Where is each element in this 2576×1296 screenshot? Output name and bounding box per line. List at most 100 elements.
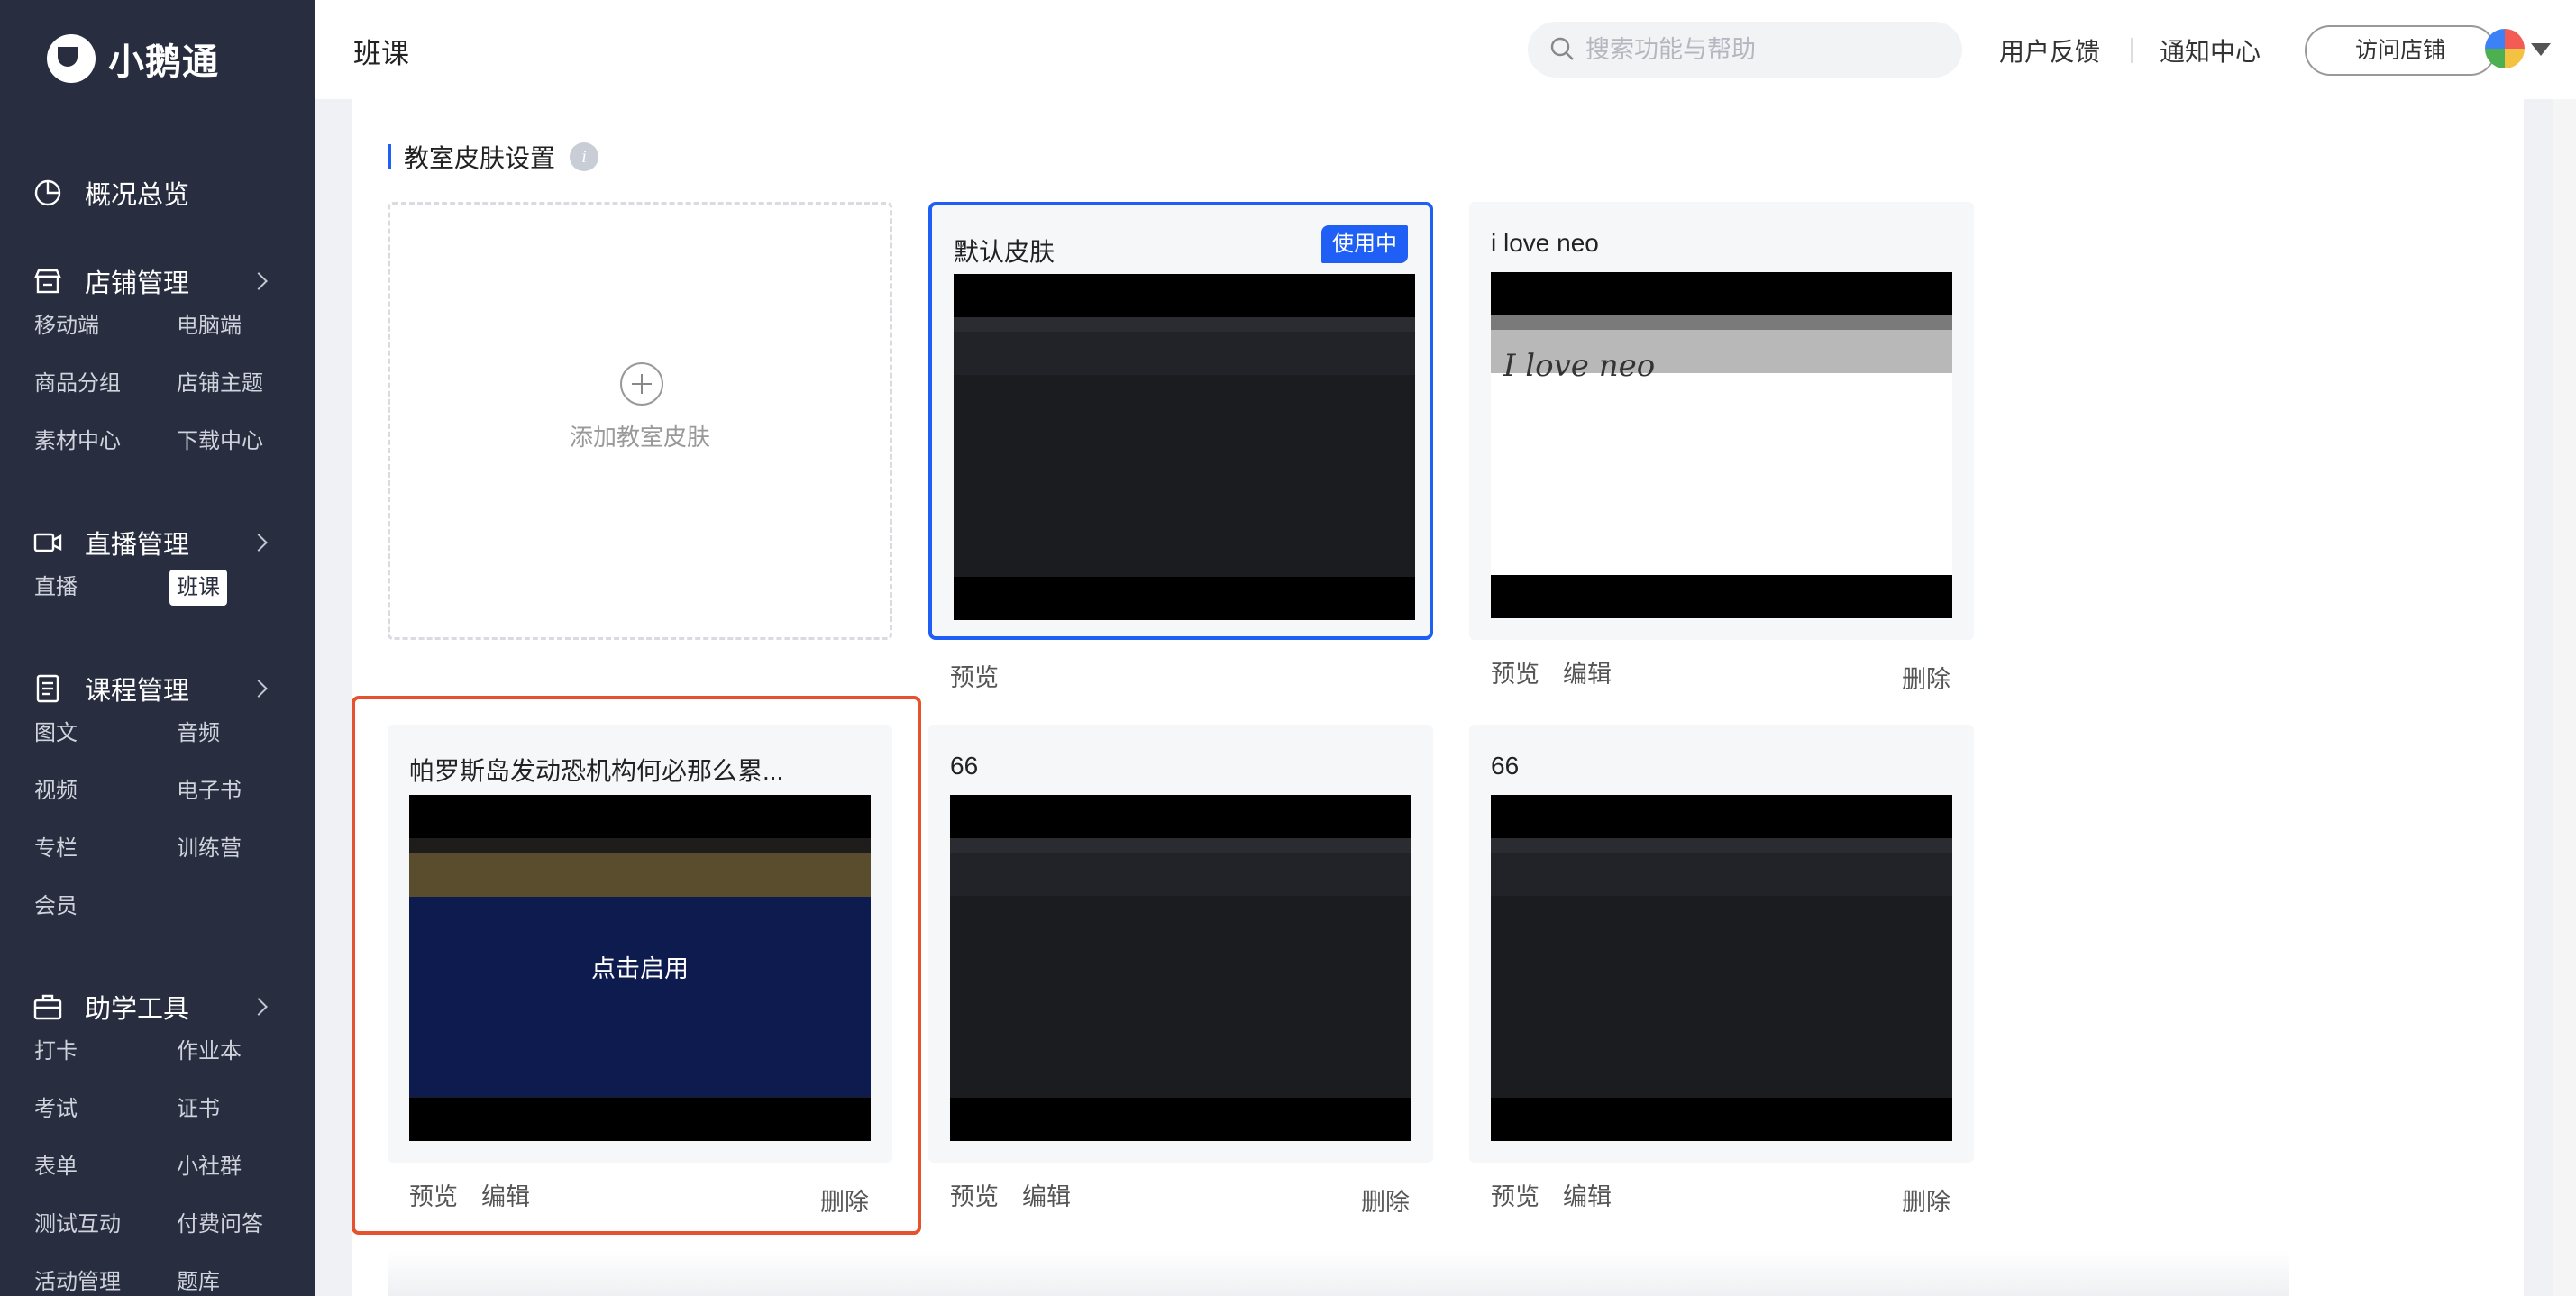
main-content: 教室皮肤设置 i 添加教室皮肤 默认皮肤 使用中 预览 i love neo I… — [352, 99, 2524, 1296]
sidebar-item-question-bank[interactable]: 题库 — [169, 1264, 227, 1296]
sidebar-item-community[interactable]: 小社群 — [169, 1149, 249, 1185]
skin-thumbnail: 点击启用 — [409, 795, 871, 1141]
preview-button[interactable]: 预览 — [950, 1177, 999, 1212]
toolbox-icon — [33, 994, 62, 1020]
skin-thumbnail — [954, 274, 1415, 620]
notification-link[interactable]: 通知中心 — [2160, 32, 2261, 68]
skin-thumbnail: I love neo — [1491, 272, 1952, 618]
sidebar-item-paid-qa[interactable]: 付费问答 — [169, 1207, 270, 1243]
edit-button[interactable]: 编辑 — [1022, 1177, 1071, 1212]
skin-title: 66 — [1491, 752, 1520, 780]
skin-card-long-title[interactable]: 帕罗斯岛发动恐机构何必那么累... 点击启用 — [388, 725, 892, 1163]
sidebar-item-certificate[interactable]: 证书 — [169, 1091, 227, 1127]
sidebar-item-camp[interactable]: 训练营 — [169, 831, 249, 867]
delete-button[interactable]: 删除 — [820, 1182, 869, 1218]
chevron-right-icon — [250, 680, 268, 698]
sidebar-item-form[interactable]: 表单 — [27, 1149, 85, 1185]
delete-button[interactable]: 删除 — [1902, 660, 1950, 695]
chart-pie-icon — [34, 179, 61, 206]
search-icon — [1550, 37, 1574, 60]
sidebar-item-pc[interactable]: 电脑端 — [169, 308, 249, 344]
skin-card-i-love-neo[interactable]: i love neo I love neo — [1469, 202, 1974, 640]
sidebar-item-class[interactable]: 班课 — [169, 570, 227, 606]
preview-button[interactable]: 预览 — [950, 658, 999, 693]
search-input[interactable] — [1585, 22, 1946, 78]
nav-live[interactable]: 直播管理 — [32, 525, 189, 561]
store-icon — [34, 269, 61, 294]
goose-logo-icon — [47, 34, 96, 83]
nav-live-label: 直播管理 — [85, 531, 190, 560]
skin-thumbnail — [1491, 795, 1952, 1141]
feedback-link[interactable]: 用户反馈 — [1999, 32, 2100, 68]
footer-shadow — [388, 1251, 2289, 1296]
avatar[interactable] — [2485, 29, 2525, 68]
scrollbar[interactable] — [2553, 99, 2576, 1296]
sidebar-item-homework[interactable]: 作业本 — [169, 1034, 249, 1070]
section-header: 教室皮肤设置 i — [388, 139, 599, 175]
nav-tools-label: 助学工具 — [85, 995, 190, 1024]
nav-overview-label: 概况总览 — [85, 181, 190, 210]
sidebar: 小鹅通 概况总览 店铺管理 移动端 电脑端 商品分组 店铺主题 素材中心 下载中… — [0, 0, 315, 1296]
edit-button[interactable]: 编辑 — [1563, 654, 1612, 689]
divider — [2131, 38, 2133, 63]
enable-overlay-button[interactable]: 点击启用 — [409, 897, 871, 1097]
sidebar-item-product-group[interactable]: 商品分组 — [27, 366, 128, 402]
visit-store-button[interactable]: 访问店铺 — [2305, 25, 2496, 76]
skin-title: 默认皮肤 — [954, 238, 1055, 266]
nav-store-label: 店铺管理 — [85, 269, 190, 298]
sidebar-item-column[interactable]: 专栏 — [27, 831, 85, 867]
sidebar-item-video[interactable]: 视频 — [27, 773, 85, 809]
sidebar-item-downloads[interactable]: 下载中心 — [169, 424, 270, 460]
top-bar: 班课 用户反馈 通知中心 访问店铺 — [315, 0, 2576, 99]
page-title: 班课 — [353, 38, 409, 69]
brand-name: 小鹅通 — [108, 42, 219, 82]
brand-logo[interactable]: 小鹅通 — [47, 32, 219, 85]
sidebar-item-exam[interactable]: 考试 — [27, 1091, 85, 1127]
skin-card-default[interactable]: 默认皮肤 使用中 — [928, 202, 1433, 640]
section-accent-bar — [388, 144, 391, 169]
handwritten-text: I love neo — [1503, 348, 1656, 384]
sidebar-item-member[interactable]: 会员 — [27, 889, 85, 925]
sidebar-item-store-theme[interactable]: 店铺主题 — [169, 366, 270, 402]
chevron-right-icon — [250, 998, 268, 1016]
sidebar-item-ebook[interactable]: 电子书 — [169, 773, 249, 809]
add-skin-card[interactable]: 添加教室皮肤 — [388, 202, 892, 640]
chevron-right-icon — [250, 534, 268, 552]
preview-button[interactable]: 预览 — [1491, 1177, 1539, 1212]
skin-card-66-b[interactable]: 66 — [1469, 725, 1974, 1163]
nav-course-label: 课程管理 — [85, 677, 190, 706]
preview-button[interactable]: 预览 — [1491, 654, 1539, 689]
sidebar-item-checkin[interactable]: 打卡 — [27, 1034, 85, 1070]
sidebar-item-quiz[interactable]: 测试互动 — [27, 1207, 128, 1243]
add-skin-label: 添加教室皮肤 — [569, 424, 710, 451]
skin-thumbnail — [950, 795, 1411, 1141]
skin-title: i love neo — [1491, 229, 1599, 257]
nav-store[interactable]: 店铺管理 — [32, 263, 189, 299]
search-box[interactable] — [1528, 22, 1962, 78]
video-camera-icon — [33, 533, 62, 552]
nav-course[interactable]: 课程管理 — [32, 671, 189, 707]
sidebar-item-activity[interactable]: 活动管理 — [27, 1264, 128, 1296]
sidebar-item-live[interactable]: 直播 — [27, 570, 85, 606]
edit-button[interactable]: 编辑 — [481, 1177, 530, 1212]
delete-button[interactable]: 删除 — [1361, 1182, 1410, 1218]
sidebar-item-article[interactable]: 图文 — [27, 716, 85, 752]
chevron-right-icon — [250, 272, 268, 290]
book-icon — [36, 674, 59, 703]
in-use-badge: 使用中 — [1321, 225, 1408, 263]
delete-button[interactable]: 删除 — [1902, 1182, 1950, 1218]
caret-down-icon[interactable] — [2531, 43, 2551, 56]
edit-button[interactable]: 编辑 — [1563, 1177, 1612, 1212]
sidebar-item-audio[interactable]: 音频 — [169, 716, 227, 752]
preview-button[interactable]: 预览 — [409, 1177, 458, 1212]
skin-title: 66 — [950, 752, 979, 780]
plus-circle-icon — [620, 362, 663, 406]
section-title: 教室皮肤设置 — [404, 144, 556, 172]
skin-card-66-a[interactable]: 66 — [928, 725, 1433, 1163]
sidebar-item-mobile[interactable]: 移动端 — [27, 308, 106, 344]
nav-overview[interactable]: 概况总览 — [32, 175, 189, 211]
info-icon[interactable]: i — [570, 142, 599, 171]
skin-title: 帕罗斯岛发动恐机构何必那么累... — [409, 757, 784, 785]
sidebar-item-materials[interactable]: 素材中心 — [27, 424, 128, 460]
nav-tools[interactable]: 助学工具 — [32, 989, 189, 1025]
